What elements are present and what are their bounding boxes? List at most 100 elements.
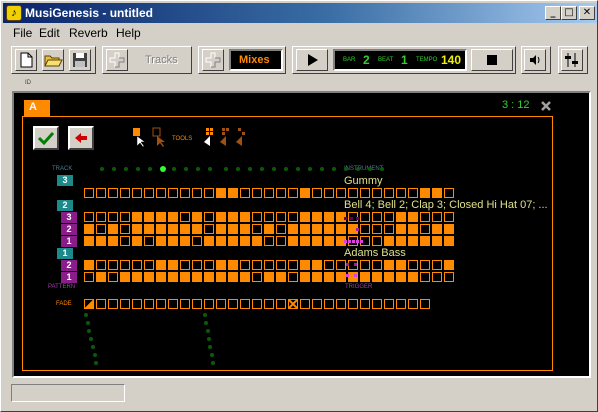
pattern-cell[interactable] <box>252 224 262 234</box>
position-dot[interactable] <box>344 167 348 171</box>
pattern-cell[interactable] <box>312 212 322 222</box>
menu-reverb[interactable]: Reverb <box>69 26 108 40</box>
pattern-cell[interactable] <box>156 224 166 234</box>
pattern-cell[interactable] <box>120 212 130 222</box>
pattern-cell[interactable] <box>300 188 310 198</box>
app-icon[interactable]: ♪ <box>6 5 22 21</box>
pattern-cell[interactable] <box>132 212 142 222</box>
pattern-cell[interactable] <box>84 224 94 234</box>
position-dot[interactable] <box>296 167 300 171</box>
pattern-cell[interactable] <box>300 260 310 270</box>
fade-cell[interactable] <box>228 299 238 309</box>
pattern-cell[interactable] <box>444 236 454 246</box>
pattern-cell[interactable] <box>240 188 250 198</box>
pattern-cell[interactable] <box>96 272 106 282</box>
maximize-button[interactable]: □ <box>561 6 577 20</box>
pattern-cell[interactable] <box>204 212 214 222</box>
pattern-cell[interactable] <box>144 224 154 234</box>
fade-cell[interactable] <box>384 299 394 309</box>
pattern-cell[interactable] <box>252 188 262 198</box>
fade-cell[interactable] <box>396 299 406 309</box>
pattern-cell[interactable] <box>216 212 226 222</box>
position-dot[interactable] <box>236 167 240 171</box>
fade-cell[interactable] <box>312 299 322 309</box>
fade-cell[interactable] <box>216 299 226 309</box>
pattern-cell[interactable] <box>216 260 226 270</box>
pattern-cell[interactable] <box>420 212 430 222</box>
pattern-cell[interactable] <box>156 212 166 222</box>
position-dot[interactable] <box>272 167 276 171</box>
pattern-cell[interactable] <box>324 212 334 222</box>
pattern-cell[interactable] <box>108 188 118 198</box>
position-dot[interactable] <box>148 167 152 171</box>
position-dot[interactable] <box>100 167 104 171</box>
pattern-cell[interactable] <box>108 236 118 246</box>
pattern-cell[interactable] <box>240 212 250 222</box>
pattern-cell[interactable] <box>108 260 118 270</box>
pattern-cell[interactable] <box>120 236 130 246</box>
pattern-cell[interactable] <box>192 188 202 198</box>
pattern-cell[interactable] <box>396 188 406 198</box>
track-3-instrument[interactable]: Gummy <box>344 175 383 187</box>
pattern-cell[interactable] <box>312 224 322 234</box>
mix-tab-a[interactable]: A <box>24 100 50 116</box>
pattern-cell[interactable] <box>120 272 130 282</box>
fade-cell[interactable] <box>408 299 418 309</box>
play-button[interactable] <box>296 49 328 71</box>
position-dot[interactable] <box>248 167 252 171</box>
track-2-instrument[interactable]: Bell 4; Bell 2; Clap 3; Closed Hi Hat 07… <box>344 199 548 211</box>
pattern-cell[interactable] <box>264 224 274 234</box>
pattern-cell[interactable] <box>264 260 274 270</box>
add-mix-button[interactable] <box>202 49 224 71</box>
new-file-button[interactable] <box>15 49 37 71</box>
track-number-tag[interactable]: 2 <box>57 200 73 211</box>
fade-cell[interactable] <box>168 299 178 309</box>
playhead-dot[interactable] <box>160 166 166 172</box>
pattern-cell[interactable] <box>180 260 190 270</box>
pattern-cell[interactable] <box>288 188 298 198</box>
close-button[interactable]: ✕ <box>579 6 595 20</box>
fade-cell[interactable] <box>348 299 358 309</box>
pattern-cell[interactable] <box>276 260 286 270</box>
pattern-cell[interactable] <box>216 188 226 198</box>
pattern-cell[interactable] <box>264 212 274 222</box>
pattern-cell[interactable] <box>240 236 250 246</box>
position-dot[interactable] <box>332 167 336 171</box>
close-mix-icon[interactable] <box>540 100 552 112</box>
stop-button[interactable] <box>471 49 513 71</box>
fade-cell[interactable] <box>264 299 274 309</box>
pattern-cell[interactable] <box>432 236 442 246</box>
pattern-cell[interactable] <box>432 260 442 270</box>
pattern-cell[interactable] <box>264 188 274 198</box>
position-dot[interactable] <box>260 167 264 171</box>
position-dot[interactable] <box>284 167 288 171</box>
pattern-cell[interactable] <box>84 260 94 270</box>
pattern-cell[interactable] <box>84 212 94 222</box>
pattern-cell[interactable] <box>192 212 202 222</box>
pencil-tool-icon[interactable] <box>133 128 146 148</box>
fade-cell[interactable] <box>276 299 286 309</box>
pattern-cell[interactable] <box>432 212 442 222</box>
fade-cell[interactable] <box>108 299 118 309</box>
position-dot[interactable] <box>320 167 324 171</box>
pattern-cell[interactable] <box>312 236 322 246</box>
pattern-cell[interactable] <box>132 260 142 270</box>
pattern-cell[interactable] <box>396 236 406 246</box>
fade-cell[interactable] <box>300 299 310 309</box>
fade-cell[interactable] <box>336 299 346 309</box>
fade-cell[interactable] <box>180 299 190 309</box>
track-number-tag[interactable]: 1 <box>57 248 73 259</box>
pattern-cell[interactable] <box>420 236 430 246</box>
pattern-cell[interactable] <box>396 212 406 222</box>
pattern-cell[interactable] <box>216 236 226 246</box>
accept-button[interactable] <box>33 126 59 150</box>
pattern-cell[interactable] <box>168 260 178 270</box>
pattern-cell[interactable] <box>192 236 202 246</box>
pattern-cell[interactable] <box>432 272 442 282</box>
position-dot[interactable] <box>308 167 312 171</box>
pattern-cell[interactable] <box>300 224 310 234</box>
pattern-cell[interactable] <box>240 224 250 234</box>
fade-marker-cell[interactable] <box>84 299 94 309</box>
pattern-cell[interactable] <box>324 224 334 234</box>
pattern-cell[interactable] <box>288 224 298 234</box>
